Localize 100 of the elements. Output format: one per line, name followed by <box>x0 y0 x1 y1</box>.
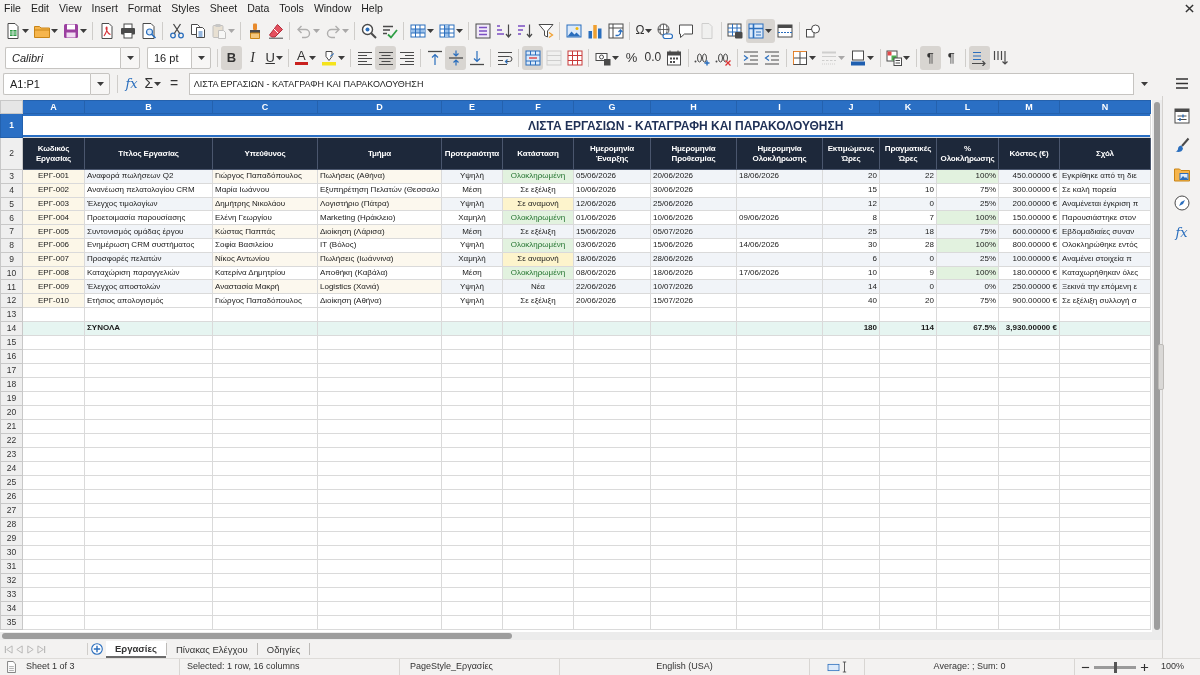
caret-icon <box>426 28 434 33</box>
sheet-tab[interactable]: Πίνακας Ελέγχου <box>166 641 257 657</box>
pdf-document-icon <box>98 22 115 39</box>
standard-format-button[interactable]: 0.0 <box>642 45 664 70</box>
menu-item[interactable]: Insert <box>86 0 123 17</box>
header-cell: Προτεραιότητα <box>441 137 503 170</box>
special-character-button[interactable]: Ω <box>633 18 655 43</box>
eraser-icon <box>267 22 284 39</box>
table-cell: Χαμηλή <box>441 210 503 225</box>
sort-box-icon <box>474 22 491 39</box>
table-cell: 9 <box>879 266 937 280</box>
slider-thumb[interactable] <box>1114 661 1117 673</box>
caret-icon <box>455 28 463 33</box>
italic-button[interactable]: I <box>242 45 263 70</box>
table-cell: 01/06/2026 <box>573 210 651 225</box>
header-cell: Τίτλος Εργασίας <box>84 137 213 170</box>
column-header[interactable]: D <box>317 100 442 114</box>
sum-button[interactable]: Σ <box>142 71 164 96</box>
magnifier-icon <box>360 22 377 39</box>
column-header[interactable]: E <box>441 100 503 114</box>
left-to-right-button[interactable]: ¶ <box>919 45 941 70</box>
column-header[interactable]: H <box>650 100 737 114</box>
skip-start-icon <box>4 644 13 654</box>
column-header[interactable]: I <box>736 100 823 114</box>
zoom-in-button[interactable] <box>1140 662 1149 672</box>
functions-button[interactable]: fx <box>1170 222 1193 242</box>
menu-item[interactable]: Tools <box>274 0 309 17</box>
column-header[interactable]: K <box>879 100 937 114</box>
function-wizard-button[interactable]: fx <box>121 71 142 96</box>
statistics: Average: ; Sum: 0 <box>933 660 1006 674</box>
caret-icon <box>611 55 619 60</box>
align-bottom-icon <box>468 49 485 66</box>
bold-button[interactable]: B <box>221 45 242 70</box>
line-styles-icon <box>821 49 838 66</box>
table-cell: 30/06/2026 <box>650 183 737 198</box>
dropdown-button[interactable] <box>90 72 110 95</box>
dropdown-button[interactable] <box>120 46 140 69</box>
font-color-button[interactable]: A <box>292 45 319 70</box>
menu-item[interactable]: Format <box>122 0 167 17</box>
menu-item[interactable]: Help <box>356 0 388 17</box>
formula-button[interactable]: = <box>163 71 185 96</box>
selection-mode-icon <box>827 661 840 673</box>
menu-item[interactable]: Edit <box>25 0 54 17</box>
menu-item[interactable]: View <box>54 0 87 17</box>
merge-center-button[interactable] <box>522 45 544 70</box>
merge-center-icon <box>524 49 541 66</box>
column-header[interactable]: C <box>212 100 318 114</box>
menu-item[interactable]: Data <box>242 0 275 17</box>
menu-item[interactable]: Styles <box>166 0 205 17</box>
sheet-tab[interactable]: Εργασίες <box>106 640 166 658</box>
table-cell: Προετοιμασία παρουσίασης <box>84 210 213 225</box>
header-cell: Πραγματικές Ώρες <box>879 137 937 170</box>
table-cell: 09/06/2026 <box>736 210 823 225</box>
dropdown-button[interactable] <box>191 46 211 69</box>
right-to-left-button[interactable]: ¶ <box>940 45 962 70</box>
menu-item[interactable]: Sheet <box>204 0 243 17</box>
sidebar-handle[interactable] <box>1158 344 1164 390</box>
border-color-icon <box>850 49 867 66</box>
close-document-button[interactable] <box>1185 4 1194 13</box>
sheet-tab[interactable]: Οδηγίες <box>257 641 310 657</box>
header-cell: % Ολοκλήρωσης <box>936 137 999 170</box>
document-icon <box>6 661 17 673</box>
font-size-field[interactable]: 16 pt <box>147 46 191 69</box>
underline-button[interactable]: U <box>263 45 286 70</box>
page-magnifier-icon <box>140 22 157 39</box>
text-direction-icon <box>971 49 988 66</box>
sheet-title: ΛΙΣΤΑ ΕΡΓΑΣΙΩΝ - ΚΑΤΑΓΡΑΦΗ ΚΑΙ ΠΑΡΑΚΟΛΟΥΘΗΣΗ <box>528 118 844 133</box>
menu-item[interactable]: Window <box>308 0 357 17</box>
header-cell: Σχόλ <box>1059 137 1151 170</box>
align-middle-button[interactable] <box>445 45 467 70</box>
column-header[interactable]: L <box>936 100 999 114</box>
column-header[interactable]: G <box>573 100 651 114</box>
column-header[interactable]: N <box>1059 100 1151 114</box>
column-header[interactable]: B <box>84 100 213 114</box>
row-header[interactable]: 1 <box>0 113 23 138</box>
formula-input[interactable]: ΛΙΣΤΑ ΕΡΓΑΣΙΩΝ - ΚΑΤΑΓΡΑΦΗ ΚΑΙ ΠΑΡΑΚΟΛΟΥΘΗΣΗ <box>188 72 1134 95</box>
align-center-button[interactable] <box>375 45 397 70</box>
align-middle-icon <box>447 49 464 66</box>
caret-icon <box>867 55 875 60</box>
horizontal-scrollbar[interactable] <box>0 632 1162 640</box>
scrollbar-thumb[interactable] <box>2 633 512 639</box>
percent-format-button[interactable]: % <box>621 45 643 70</box>
column-header[interactable]: A <box>22 100 85 114</box>
row-header[interactable]: 2 <box>0 137 23 170</box>
plus-icon <box>1140 662 1149 672</box>
column-header[interactable]: M <box>998 100 1060 114</box>
freeze-button[interactable] <box>746 18 775 43</box>
table-cell: 28 <box>879 238 937 253</box>
menu-item[interactable]: File <box>0 0 26 17</box>
arrow-right-icon <box>26 644 35 654</box>
name-box[interactable]: A1:P1 <box>3 72 90 95</box>
borders-icon <box>792 49 809 66</box>
table-cell: 8 <box>822 210 880 225</box>
font-name-field[interactable]: Calibri <box>5 46 120 69</box>
text-direction-button[interactable] <box>968 45 990 70</box>
column-header[interactable]: J <box>822 100 880 114</box>
add-sheet-button[interactable] <box>87 643 106 655</box>
table-cell: 20/06/2026 <box>573 293 651 308</box>
table-cell: 20 <box>879 293 937 308</box>
column-header[interactable]: F <box>502 100 574 114</box>
